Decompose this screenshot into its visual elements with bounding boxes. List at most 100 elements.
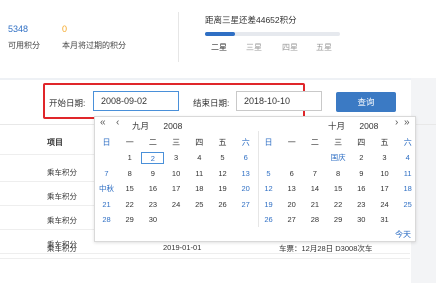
right-calendar-day[interactable]: 国庆 xyxy=(327,152,350,164)
left-calendar-day[interactable]: 10 xyxy=(165,168,188,180)
table-row-project: 乘车积分 xyxy=(47,244,77,253)
start-date-input[interactable]: 2008-09-02 xyxy=(93,91,179,111)
end-date-input[interactable]: 2018-10-10 xyxy=(236,91,322,111)
left-calendar-day[interactable]: 27 xyxy=(234,199,257,211)
right-calendar-day[interactable]: 22 xyxy=(327,199,350,211)
table-row-divider xyxy=(0,258,410,259)
left-calendar-day[interactable]: 2 xyxy=(141,152,165,164)
available-points-value: 5348 xyxy=(8,24,29,34)
column-header-project: 项目 xyxy=(47,138,63,147)
right-calendar-day[interactable]: 11 xyxy=(396,168,419,180)
left-calendar-day[interactable]: 21 xyxy=(95,199,118,211)
left-calendar-day[interactable]: 5 xyxy=(211,152,234,164)
table-row-date: 2019-01-01 xyxy=(163,243,202,252)
right-month-name: 十月 xyxy=(328,121,346,131)
left-calendar-day[interactable]: 6 xyxy=(234,152,257,164)
right-calendar-day[interactable]: 28 xyxy=(303,214,326,226)
left-calendar-day[interactable]: 20 xyxy=(234,183,257,195)
right-calendar-day[interactable]: 9 xyxy=(350,168,373,180)
left-calendar-day[interactable]: 13 xyxy=(234,168,257,180)
query-button[interactable]: 查询 xyxy=(336,92,396,112)
next-month-button[interactable]: › xyxy=(395,117,398,128)
left-calendar-day[interactable]: 22 xyxy=(118,199,141,211)
right-calendar-day[interactable]: 25 xyxy=(396,199,419,211)
right-calendar-day[interactable]: 15 xyxy=(327,183,350,195)
right-weekday-header: 六 xyxy=(403,138,412,147)
expiring-points-label: 本月将过期的积分 xyxy=(62,41,126,50)
expiring-points-value: 0 xyxy=(62,24,68,34)
right-calendar-day[interactable]: 23 xyxy=(350,199,373,211)
left-calendar-day[interactable]: 23 xyxy=(141,199,164,211)
left-weekday-header: 日 xyxy=(102,138,111,147)
left-calendar-day[interactable]: 25 xyxy=(188,199,211,211)
left-weekday-header: 一 xyxy=(125,138,134,147)
right-calendar-day[interactable]: 21 xyxy=(303,199,326,211)
right-calendar-day[interactable]: 16 xyxy=(350,183,373,195)
right-calendar-day[interactable]: 29 xyxy=(327,214,350,226)
left-calendar-day[interactable]: 17 xyxy=(165,183,188,195)
right-calendar-day[interactable]: 14 xyxy=(303,183,326,195)
right-calendar-day[interactable]: 5 xyxy=(257,168,280,180)
left-calendar-day[interactable]: 30 xyxy=(141,214,164,226)
right-calendar-day[interactable]: 31 xyxy=(373,214,396,226)
left-calendar-day[interactable]: 1 xyxy=(118,152,141,164)
left-calendar-day[interactable]: 26 xyxy=(211,199,234,211)
left-calendar-day[interactable]: 12 xyxy=(211,168,234,180)
prev-month-button[interactable]: ‹ xyxy=(116,117,119,128)
date-picker-popup: « ‹ 九月 2008 十月 2008 › » 日一二三四五六 日一二三四五六 … xyxy=(94,116,416,242)
right-weekday-header: 一 xyxy=(287,138,296,147)
left-calendar-day[interactable]: 中秋 xyxy=(95,183,118,195)
right-calendar-day[interactable]: 12 xyxy=(257,183,280,195)
rank-level-5: 五星 xyxy=(316,43,332,52)
left-calendar-day[interactable]: 9 xyxy=(141,168,164,180)
available-points-label: 可用积分 xyxy=(8,41,40,50)
next-year-button[interactable]: » xyxy=(404,117,410,128)
today-link[interactable]: 今天 xyxy=(395,229,411,240)
right-calendar-day[interactable]: 13 xyxy=(280,183,303,195)
right-weekday-header: 二 xyxy=(310,138,319,147)
table-row-project: 乘车积分 xyxy=(47,168,77,177)
left-calendar-day[interactable]: 19 xyxy=(211,183,234,195)
right-calendar-day[interactable]: 18 xyxy=(396,183,419,195)
left-calendar-day[interactable]: 29 xyxy=(118,214,141,226)
right-calendar-day[interactable]: 24 xyxy=(373,199,396,211)
right-calendar-day[interactable]: 30 xyxy=(350,214,373,226)
left-calendar-day[interactable]: 7 xyxy=(95,168,118,180)
left-year: 2008 xyxy=(163,121,183,131)
left-month-name: 九月 xyxy=(132,121,150,131)
end-date-label: 结束日期: xyxy=(193,98,230,108)
right-weekday-header: 五 xyxy=(380,138,389,147)
prev-year-button[interactable]: « xyxy=(100,117,106,128)
right-calendar-day[interactable]: 26 xyxy=(257,214,280,226)
right-calendar-day[interactable]: 6 xyxy=(280,168,303,180)
table-row-detail: 车票：12月28日 D3008次车 xyxy=(279,244,373,253)
left-calendar-day[interactable]: 16 xyxy=(141,183,164,195)
section-divider xyxy=(0,78,436,80)
right-weekday-header: 日 xyxy=(264,138,273,147)
right-calendar-day[interactable]: 27 xyxy=(280,214,303,226)
start-date-label: 开始日期: xyxy=(49,98,86,108)
right-calendar-day[interactable]: 17 xyxy=(373,183,396,195)
left-weekday-header: 五 xyxy=(218,138,227,147)
left-calendar-day[interactable]: 18 xyxy=(188,183,211,195)
right-calendar-day[interactable]: 2 xyxy=(350,152,373,164)
right-calendar-day[interactable]: 7 xyxy=(303,168,326,180)
rank-level-4: 四星 xyxy=(282,43,298,52)
right-calendar-day[interactable]: 10 xyxy=(373,168,396,180)
left-calendar-day[interactable]: 24 xyxy=(165,199,188,211)
right-calendar-day[interactable]: 3 xyxy=(373,152,396,164)
left-calendar-day[interactable]: 15 xyxy=(118,183,141,195)
left-calendar-day[interactable]: 3 xyxy=(165,152,188,164)
left-weekday-header: 三 xyxy=(172,138,181,147)
right-calendar-day[interactable]: 20 xyxy=(280,199,303,211)
right-calendar-day[interactable]: 4 xyxy=(396,152,419,164)
left-calendar-day[interactable]: 4 xyxy=(188,152,211,164)
rank-level-2: 二星 xyxy=(211,43,227,52)
left-calendar-day[interactable]: 28 xyxy=(95,214,118,226)
right-weekday-header: 四 xyxy=(357,138,366,147)
right-calendar-day[interactable]: 8 xyxy=(327,168,350,180)
left-calendar-day[interactable]: 8 xyxy=(118,168,141,180)
left-calendar-day[interactable]: 11 xyxy=(188,168,211,180)
right-calendar-day[interactable]: 19 xyxy=(257,199,280,211)
rank-progress-title: 距离三星还差44652积分 xyxy=(205,15,297,25)
